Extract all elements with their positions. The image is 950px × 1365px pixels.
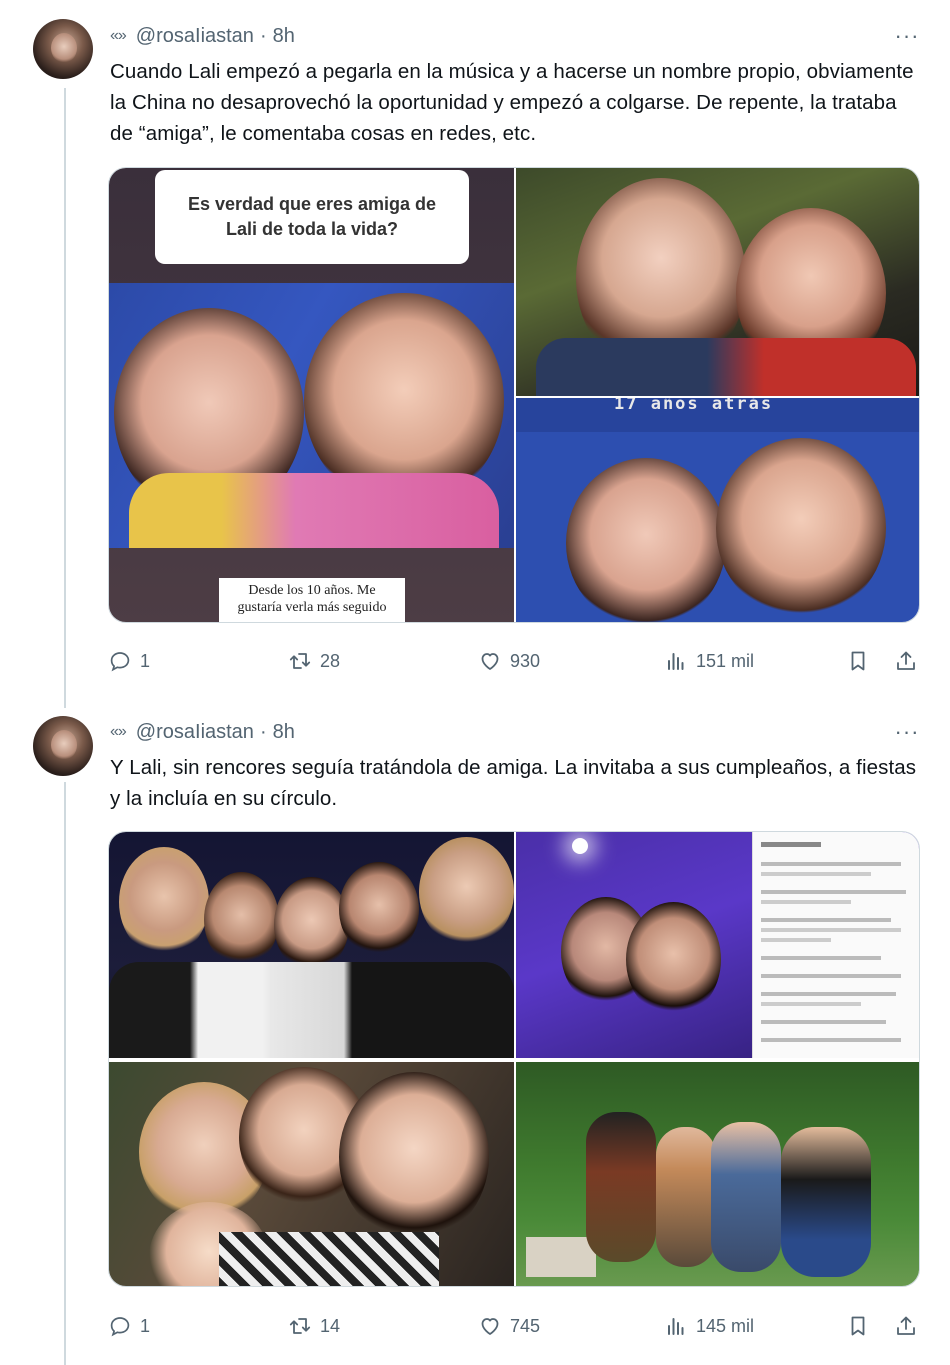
tweet-header: «» @rosaIiastan · 8h xyxy=(110,24,295,48)
avatar[interactable] xyxy=(33,19,93,79)
photo-bench xyxy=(526,1237,596,1277)
photo-person xyxy=(626,902,721,1017)
views-icon xyxy=(668,1318,684,1335)
user-handle[interactable]: @rosaIiastan xyxy=(136,721,254,744)
reply-icon xyxy=(110,652,130,672)
views-count: 145 mil xyxy=(696,1315,755,1336)
comments-panel xyxy=(752,832,919,1058)
story-answer-caption: Desde los 10 años. Me gustaría verla más… xyxy=(219,578,405,622)
overlay-caption: 17 años atrás xyxy=(614,398,774,414)
photo-clothing xyxy=(219,1232,439,1286)
like-count: 745 xyxy=(510,1315,541,1336)
photo-person xyxy=(711,1122,781,1272)
more-dots-icon[interactable]: ··· xyxy=(893,719,921,744)
photo-person xyxy=(716,438,886,618)
timestamp[interactable]: 8h xyxy=(273,721,295,744)
views-button[interactable]: 145 mil xyxy=(664,1311,754,1341)
media-photo-garden[interactable] xyxy=(516,1062,919,1286)
media-photo-selfie[interactable] xyxy=(109,1062,514,1286)
reply-count: 1 xyxy=(140,650,151,671)
media-photo-childhood[interactable] xyxy=(516,168,919,396)
tweet-header: «» @rosaIiastan · 8h xyxy=(110,720,295,744)
media-photo-group-party[interactable] xyxy=(109,832,514,1058)
reply-button[interactable]: 1 xyxy=(108,646,150,676)
retweet-icon xyxy=(289,653,311,669)
views-icon xyxy=(668,653,684,670)
more-dots-icon[interactable]: ··· xyxy=(893,23,921,48)
like-button[interactable]: 930 xyxy=(478,646,540,676)
photo-person xyxy=(586,1112,656,1262)
share-icon xyxy=(897,1316,915,1335)
photo-person xyxy=(339,862,419,957)
tweet-2[interactable]: «» @rosaIiastan · 8h ··· Y Lali, sin ren… xyxy=(0,700,950,1365)
photo-person xyxy=(419,837,514,947)
tweet-1[interactable]: «» @rosaIiastan · 8h ··· Cuando Lali emp… xyxy=(0,0,950,700)
reply-count: 1 xyxy=(140,1315,151,1336)
timestamp[interactable]: 8h xyxy=(273,25,295,48)
story-photo xyxy=(109,283,514,548)
tweet-actions: 1 14 745 145 mil xyxy=(108,1311,920,1341)
share-icon xyxy=(897,651,915,670)
views-button[interactable]: 151 mil xyxy=(664,646,754,676)
photo-person xyxy=(274,877,349,972)
bookmark-button[interactable] xyxy=(846,1311,870,1341)
heart-icon xyxy=(481,1318,499,1335)
tweet-text: Y Lali, sin rencores seguía tratándola d… xyxy=(110,756,917,810)
retweet-count: 14 xyxy=(320,1315,341,1336)
separator: · xyxy=(259,24,267,47)
photo-person xyxy=(204,872,279,967)
photo-clothing xyxy=(109,962,514,1058)
photo-person xyxy=(781,1127,871,1277)
photo-clothing xyxy=(536,338,916,396)
retweet-button[interactable]: 14 xyxy=(288,1311,340,1341)
photo-light xyxy=(572,838,588,854)
tweet-text: Cuando Lali empezó a pegarla en la músic… xyxy=(110,60,914,145)
like-button[interactable]: 745 xyxy=(478,1311,540,1341)
photo-person xyxy=(119,847,209,957)
bookmark-icon xyxy=(851,651,865,671)
retweet-button[interactable]: 28 xyxy=(288,646,340,676)
tweet-actions: 1 28 930 151 mil xyxy=(108,646,920,676)
media-photo-dance[interactable] xyxy=(516,832,919,1058)
avatar[interactable] xyxy=(33,716,93,776)
reply-button[interactable]: 1 xyxy=(108,1311,150,1341)
retweet-icon xyxy=(289,1318,311,1334)
views-count: 151 mil xyxy=(696,650,755,671)
media-photo-story[interactable]: Es verdad que eres amiga de Lali de toda… xyxy=(109,168,514,622)
photo-person xyxy=(339,1072,489,1242)
share-button[interactable] xyxy=(894,1311,918,1341)
tweet-media[interactable] xyxy=(108,831,920,1287)
media-photo-throwback[interactable]: 17 años atrás xyxy=(516,398,919,622)
bookmark-icon xyxy=(851,1316,865,1336)
story-question-sticker: Es verdad que eres amiga de Lali de toda… xyxy=(155,170,469,264)
separator: · xyxy=(259,720,267,743)
share-button[interactable] xyxy=(894,646,918,676)
bookmark-button[interactable] xyxy=(846,646,870,676)
user-handle[interactable]: @rosaIiastan xyxy=(136,25,254,48)
photo-person xyxy=(566,458,726,622)
handle-icon: «» xyxy=(110,723,127,740)
photo-person xyxy=(656,1127,716,1267)
reply-icon xyxy=(110,1317,130,1337)
handle-icon: «» xyxy=(110,27,127,44)
retweet-count: 28 xyxy=(320,650,341,671)
tweet-media[interactable]: Es verdad que eres amiga de Lali de toda… xyxy=(108,167,920,623)
heart-icon xyxy=(481,653,499,670)
photo-clothing xyxy=(129,473,499,548)
like-count: 930 xyxy=(510,650,541,671)
